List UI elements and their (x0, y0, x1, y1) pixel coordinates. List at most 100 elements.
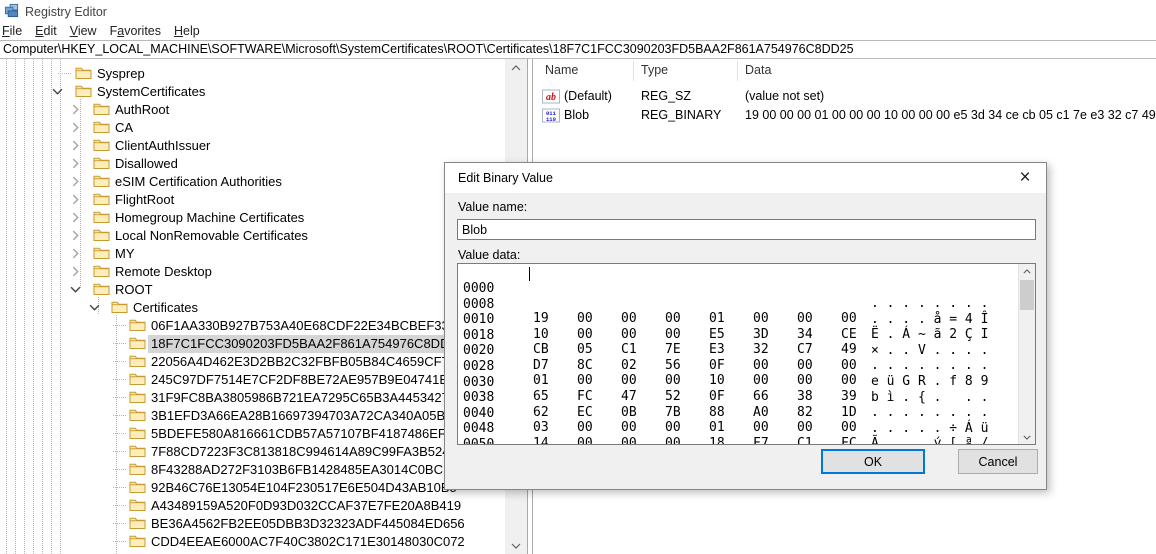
tree-item-label[interactable]: eSIM Certification Authorities (112, 173, 286, 191)
hex-byte[interactable]: 18 (709, 436, 753, 444)
tree-item[interactable]: BE36A4562FB2EE05DBB3D32323ADF445084ED656 (0, 514, 505, 532)
tree-item[interactable]: Certificates (0, 298, 505, 316)
tree-item[interactable]: MY (0, 244, 505, 262)
value-name[interactable]: Blob (564, 108, 589, 122)
chevron-down-icon[interactable] (52, 85, 64, 97)
tree-item-label[interactable]: 7F88CD7223F3C813818C994614A89C99FA3B5247 (148, 443, 461, 461)
hex-row[interactable]: 0018 × . . V . . . . D78C02560F000000 (458, 313, 489, 329)
menu-file[interactable]: File (0, 23, 31, 40)
scroll-down-icon[interactable] (1019, 430, 1035, 444)
hex-byte[interactable]: 00 (665, 436, 709, 444)
hex-byte[interactable]: 00 (577, 436, 621, 444)
tree-item[interactable]: eSIM Certification Authorities (0, 172, 505, 190)
chevron-down-icon[interactable] (89, 301, 101, 313)
tree-item[interactable]: 245C97DF7514E7CF2DF8BE72AE957B9E04741E85 (0, 370, 505, 388)
value-row[interactable]: 011110 Blob REG_BINARY 19 00 00 00 01 00… (534, 107, 1156, 125)
chevron-right-icon[interactable] (70, 103, 82, 115)
hex-byte[interactable]: 00 (621, 327, 665, 342)
hex-byte[interactable]: 7E (665, 342, 709, 357)
chevron-right-icon[interactable] (70, 211, 82, 223)
tree-item[interactable]: 22056A4D462E3D2BB2C32FBFB05B84C4659CF7FE (0, 352, 505, 370)
tree-item[interactable] (0, 550, 505, 554)
tree-item[interactable]: CDD4EEAE6000AC7F40C3802C171E30148030C072 (0, 532, 505, 550)
hex-byte[interactable]: F7 (753, 436, 797, 444)
hex-byte[interactable]: 00 (577, 327, 621, 342)
tree-item[interactable]: ClientAuthIssuer (0, 136, 505, 154)
hex-byte[interactable]: FC (577, 389, 621, 404)
hex-row[interactable]: 0048 Ã . . . ý [ ª / C3090203FD5BAA2F (458, 406, 489, 422)
tree-item-label[interactable]: FlightRoot (112, 191, 178, 209)
scroll-up-icon[interactable] (505, 59, 527, 76)
hex-scrollbar[interactable] (1018, 264, 1035, 444)
hex-row[interactable]: 0000 . . . . . . . . 1900000001000000 (458, 266, 489, 282)
hex-byte[interactable]: 00 (577, 420, 621, 435)
column-separator[interactable] (737, 61, 738, 81)
chevron-right-icon[interactable] (70, 157, 82, 169)
tree-item-label[interactable]: Certificates (130, 299, 202, 317)
tree-item-label[interactable]: 5BDEFE580A816661CDB57A57107BF4187486EFCC (148, 425, 469, 443)
hex-byte[interactable]: 00 (753, 420, 797, 435)
tree-item-label[interactable]: AuthRoot (112, 101, 173, 119)
column-header-type[interactable]: Type (641, 63, 668, 77)
tree-item[interactable]: ROOT (0, 280, 505, 298)
tree-item-label[interactable]: 18F7C1FCC3090203FD5BAA2F861A754976C8DD25 (148, 335, 468, 353)
dialog-title-bar[interactable]: Edit Binary Value × (445, 163, 1046, 193)
hex-byte[interactable]: 00 (797, 373, 841, 388)
hex-byte[interactable]: EC (577, 405, 621, 420)
hex-byte[interactable]: 14 (533, 436, 577, 444)
hex-byte[interactable]: 32 (753, 342, 797, 357)
chevron-right-icon[interactable] (70, 229, 82, 241)
tree-item[interactable]: Remote Desktop (0, 262, 505, 280)
hex-byte[interactable]: 65 (533, 389, 577, 404)
tree-item-label[interactable]: 245C97DF7514E7CF2DF8BE72AE957B9E04741E85 (148, 371, 467, 389)
value-data-hex-editor[interactable]: 0000 . . . . . . . . 1900000001000000 00… (457, 263, 1036, 445)
scroll-up-icon[interactable] (1019, 264, 1035, 278)
hex-byte[interactable]: 00 (753, 358, 797, 373)
hex-byte[interactable]: 02 (621, 358, 665, 373)
hex-row[interactable]: 0040 . . . . . ÷ Á ü 1400000018F7C1FC (458, 391, 489, 407)
hex-byte[interactable]: 38 (797, 389, 841, 404)
hex-byte[interactable]: 05 (577, 342, 621, 357)
hex-byte[interactable]: 47 (621, 389, 665, 404)
hex-byte[interactable]: 00 (665, 311, 709, 326)
value-row[interactable]: ab (Default) REG_SZ (value not set) (534, 88, 1156, 106)
hex-byte[interactable]: 66 (753, 389, 797, 404)
hex-byte[interactable]: 00 (621, 420, 665, 435)
hex-byte[interactable]: 82 (797, 405, 841, 420)
hex-row[interactable]: 0058 0900000001000000 (458, 438, 489, 444)
hex-row[interactable]: 0028 e ü G R . f 8 9 65FC47520F663839 (458, 344, 489, 360)
tree-item-label[interactable]: ClientAuthIssuer (112, 137, 214, 155)
tree-item[interactable]: 92B46C76E13054E104F230517E6E504D43AB10B5 (0, 478, 505, 496)
tree-item-label[interactable]: Local NonRemovable Certificates (112, 227, 312, 245)
hex-row[interactable]: 0038 . . . . . . . . 0300000001000000 (458, 375, 489, 391)
hex-byte[interactable]: 0B (621, 405, 665, 420)
hex-byte[interactable]: C1 (797, 436, 841, 444)
tree-item[interactable]: SystemCertificates (0, 82, 505, 100)
hex-byte[interactable]: 00 (797, 358, 841, 373)
menu-view[interactable]: View (68, 23, 106, 40)
tree-item-label[interactable]: Homegroup Machine Certificates (112, 209, 308, 227)
tree-item[interactable]: CA (0, 118, 505, 136)
hex-byte[interactable]: 00 (665, 373, 709, 388)
tree-item-label[interactable]: 06F1AA330B927B753A40E68CDF22E34BCBEF3352 (148, 317, 467, 335)
hex-byte[interactable]: CB (533, 342, 577, 357)
hex-byte[interactable]: 8C (577, 358, 621, 373)
hex-byte[interactable]: 00 (753, 311, 797, 326)
hex-byte[interactable]: 03 (533, 420, 577, 435)
tree-item-label[interactable]: SystemCertificates (94, 83, 209, 101)
tree-item[interactable]: Sysprep (0, 64, 505, 82)
tree-item-label[interactable]: BE36A4562FB2EE05DBB3D32323ADF445084ED656 (148, 515, 469, 533)
tree-item[interactable]: AuthRoot (0, 100, 505, 118)
hex-byte[interactable]: 00 (621, 373, 665, 388)
hex-byte[interactable]: 01 (709, 420, 753, 435)
tree-item-label[interactable]: MY (112, 245, 139, 263)
tree-item-label[interactable]: 92B46C76E13054E104F230517E6E504D43AB10B5 (148, 479, 461, 497)
value-name-input[interactable] (457, 219, 1036, 240)
tree-item-label[interactable]: 3B1EFD3A66EA28B16697394703A72CA340A05BD5 (148, 407, 466, 425)
tree-item[interactable]: 3B1EFD3A66EA28B16697394703A72CA340A05BD5 (0, 406, 505, 424)
column-separator[interactable] (633, 61, 634, 81)
tree-item-label[interactable]: Disallowed (112, 155, 182, 173)
tree-item[interactable]: 31F9FC8BA3805986B721EA7295C65B3A44534274 (0, 388, 505, 406)
hex-byte[interactable]: 00 (577, 311, 621, 326)
close-icon[interactable]: × (1012, 165, 1038, 191)
